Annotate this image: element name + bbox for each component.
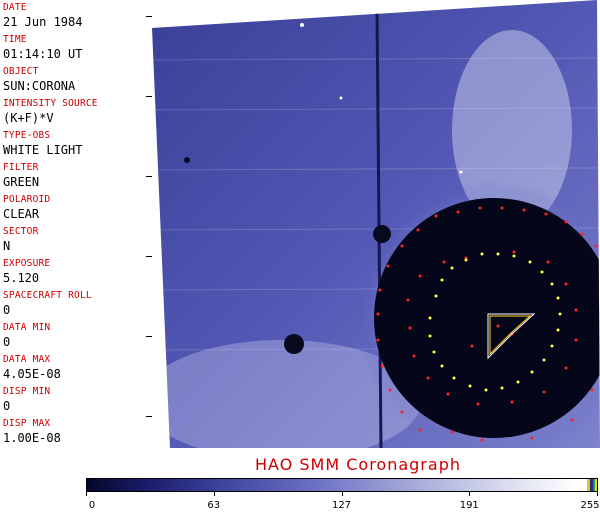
header-field: DATE 21 Jun 1984: [2, 0, 150, 32]
header-field-value: 5.120: [3, 271, 40, 285]
header-field: OBJECT SUN:CORONA: [2, 64, 150, 96]
coronagraph-svg: +: [152, 0, 600, 460]
header-field: EXPOSURE 5.120: [2, 256, 150, 288]
colorbar-tick: [469, 492, 471, 496]
header-field-label: DISP MIN: [3, 386, 51, 397]
header-field-label: SPACECRAFT ROLL: [3, 290, 92, 301]
header-field-label: POLAROID: [3, 194, 51, 205]
header-field: INTENSITY SOURCE (K+F)*V: [2, 96, 150, 128]
header-field-label: TYPE-OBS: [3, 130, 51, 141]
header-field-value: CLEAR: [3, 207, 40, 221]
header-field-label: FILTER: [3, 162, 39, 173]
colorbar-tick-label: 0: [88, 500, 96, 511]
header-field-label: DATA MAX: [3, 354, 51, 365]
colorbar-tick-label: 127: [331, 500, 352, 511]
colorbar-tick-label: 255: [580, 500, 600, 511]
header-field: SPACECRAFT ROLL 0: [2, 288, 150, 320]
colorbar: [86, 478, 598, 492]
header-field: TYPE-OBS WHITE LIGHT: [2, 128, 150, 160]
header-field: DISP MAX 1.00E-08: [2, 416, 150, 448]
header-field: POLAROID CLEAR: [2, 192, 150, 224]
header-field-value: SUN:CORONA: [3, 79, 76, 93]
colorbar-saturation-end: [587, 479, 597, 491]
header-field: DISP MIN 0: [2, 384, 150, 416]
colorbar-tick: [86, 492, 87, 496]
colorbar-tick: [597, 492, 598, 496]
header-field: SECTOR N: [2, 224, 150, 256]
header-field-value: (K+F)*V: [3, 111, 54, 125]
colorbar-tick: [213, 492, 215, 496]
header-field-label: DATE: [3, 2, 27, 13]
header-field-value: 0: [3, 399, 11, 413]
plot-title: HAO SMM Coronagraph: [255, 455, 461, 474]
header-field-value: 0: [3, 303, 11, 317]
header-field: DATA MAX 4.05E-08: [2, 352, 150, 384]
header-field-label: INTENSITY SOURCE: [3, 98, 98, 109]
header-field-value: WHITE LIGHT: [3, 143, 83, 157]
header-field: TIME 01:14:10 UT: [2, 32, 150, 64]
header-field-label: DISP MAX: [3, 418, 51, 429]
header-field-value: 21 Jun 1984: [3, 15, 83, 29]
header-field-value: GREEN: [3, 175, 40, 189]
header-field-label: OBJECT: [3, 66, 39, 77]
colorbar-tick-label: 191: [459, 500, 479, 511]
header-field-value: 01:14:10 UT: [3, 47, 83, 61]
header-field-value: 0: [3, 335, 11, 349]
header-field-label: SECTOR: [3, 226, 39, 237]
header-field: DATA MIN 0: [2, 320, 150, 352]
colorbar-tick: [341, 492, 343, 496]
header-field-label: TIME: [3, 34, 27, 45]
header-field: FILTER GREEN: [2, 160, 150, 192]
header-field-value: 4.05E-08: [3, 367, 61, 381]
header-field-label: EXPOSURE: [3, 258, 51, 269]
colorbar-tick-label: 63: [207, 500, 221, 511]
header-field-value: 1.00E-08: [3, 431, 61, 445]
coronagraph-image: +: [152, 0, 600, 460]
header-field-value: N: [3, 239, 11, 253]
header-field-label: DATA MIN: [3, 322, 51, 333]
